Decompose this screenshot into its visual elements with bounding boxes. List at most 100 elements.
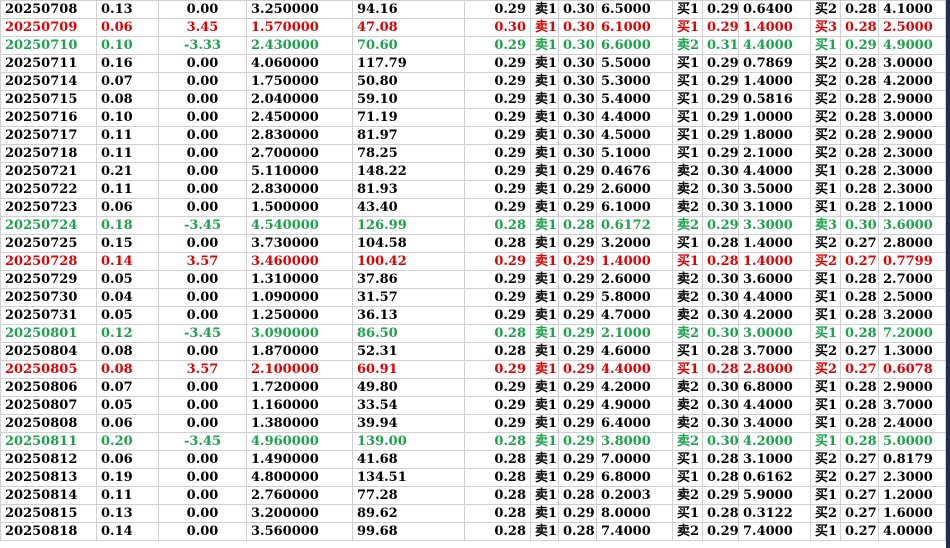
side-1-price[interactable]: 0.30: [558, 0, 597, 19]
side-3-label[interactable]: 卖3: [810, 216, 841, 235]
side-2-price[interactable]: 0.30: [702, 396, 739, 415]
side-3-label[interactable]: 买2: [810, 450, 841, 469]
side-2-price[interactable]: 0.29: [702, 0, 739, 19]
col-1-cell[interactable]: 0.20: [96, 432, 159, 451]
side-1-price[interactable]: 0.29: [558, 504, 597, 523]
change-pct-cell[interactable]: 0.00: [158, 522, 247, 541]
side-3-volume[interactable]: 7.2000: [878, 324, 946, 343]
price-cell[interactable]: 0.29: [464, 378, 531, 397]
side-1-label[interactable]: 卖1: [530, 198, 559, 217]
side-2-price[interactable]: 0.30: [702, 378, 739, 397]
side-1-volume[interactable]: 6.8000: [596, 468, 673, 487]
side-2-volume[interactable]: 3.1000: [738, 198, 811, 217]
side-1-label[interactable]: 卖1: [530, 90, 559, 109]
change-pct-cell[interactable]: 0.00: [158, 162, 247, 181]
side-2-volume[interactable]: 3.6000: [738, 270, 811, 289]
side-1-volume[interactable]: 2.6000: [596, 270, 673, 289]
amount-cell[interactable]: 3.090000: [246, 324, 353, 343]
col-1-cell[interactable]: 0.12: [96, 324, 159, 343]
date-cell[interactable]: 20250711: [0, 54, 97, 73]
side-3-label[interactable]: 买2: [810, 126, 841, 145]
amount-cell[interactable]: 2.760000: [246, 486, 353, 505]
amount-cell[interactable]: 1.570000: [246, 18, 353, 37]
side-2-label[interactable]: 卖2: [672, 432, 703, 451]
side-3-price[interactable]: 0.28: [840, 144, 879, 163]
side-1-volume[interactable]: 5.5000: [596, 54, 673, 73]
col-1-cell[interactable]: 0.21: [96, 162, 159, 181]
side-2-price[interactable]: 0.29: [702, 486, 739, 505]
price-cell[interactable]: 0.29: [464, 270, 531, 289]
side-1-price[interactable]: 0.28: [558, 522, 597, 541]
amount-cell[interactable]: 2.450000: [246, 108, 353, 127]
side-2-volume[interactable]: 7.4000: [738, 522, 811, 541]
value-cell[interactable]: 36.13: [352, 306, 465, 325]
side-1-label[interactable]: 卖1: [530, 324, 559, 343]
side-1-volume[interactable]: 5.1000: [596, 144, 673, 163]
side-2-volume[interactable]: 0.6162: [738, 468, 811, 487]
side-2-price[interactable]: 0.30: [702, 198, 739, 217]
value-cell[interactable]: 139.00: [352, 432, 465, 451]
date-cell[interactable]: 20250728: [0, 252, 97, 271]
side-3-price[interactable]: 0.28: [840, 324, 879, 343]
side-1-label[interactable]: 卖1: [530, 360, 559, 379]
change-pct-cell[interactable]: 3.45: [158, 18, 247, 37]
col-1-cell[interactable]: 0.11: [96, 180, 159, 199]
change-pct-cell[interactable]: 0.00: [158, 0, 247, 19]
side-3-price[interactable]: 0.27: [840, 522, 879, 541]
change-pct-cell[interactable]: 0.00: [158, 90, 247, 109]
table-row[interactable]: 20250723 0.06 0.00 1.500000 43.40 0.29 卖1 0.29 6…: [0, 198, 946, 217]
date-cell[interactable]: 20250813: [0, 468, 97, 487]
side-2-label[interactable]: 买1: [672, 504, 703, 523]
side-1-label[interactable]: 卖1: [530, 378, 559, 397]
side-1-label[interactable]: 卖1: [530, 180, 559, 199]
side-1-price[interactable]: 0.30: [558, 54, 597, 73]
date-cell[interactable]: 20250714: [0, 72, 97, 91]
price-cell[interactable]: 0.29: [464, 144, 531, 163]
side-1-price[interactable]: 0.29: [558, 306, 597, 325]
side-3-volume[interactable]: 4.9000: [878, 36, 946, 55]
price-cell[interactable]: 0.28: [464, 504, 531, 523]
side-1-label[interactable]: 卖1: [530, 126, 559, 145]
side-2-price[interactable]: 0.31: [702, 36, 739, 55]
side-2-label[interactable]: 买1: [672, 126, 703, 145]
side-3-label[interactable]: 买1: [810, 396, 841, 415]
side-2-price[interactable]: 0.29: [702, 126, 739, 145]
change-pct-cell[interactable]: 0.00: [158, 54, 247, 73]
side-1-price[interactable]: 0.30: [558, 72, 597, 91]
col-1-cell[interactable]: 0.16: [96, 54, 159, 73]
value-cell[interactable]: 49.80: [352, 378, 465, 397]
side-1-price[interactable]: 0.29: [558, 324, 597, 343]
change-pct-cell[interactable]: 0.00: [158, 180, 247, 199]
table-row[interactable]: 20250814 0.11 0.00 2.760000 77.28 0.28 卖1 0.28 0…: [0, 486, 946, 505]
col-1-cell[interactable]: 0.13: [96, 504, 159, 523]
side-2-volume[interactable]: 3.1000: [738, 450, 811, 469]
side-3-volume[interactable]: 2.9000: [878, 378, 946, 397]
side-3-label[interactable]: 买1: [810, 180, 841, 199]
price-cell[interactable]: 0.29: [464, 414, 531, 433]
side-3-price[interactable]: 0.29: [840, 36, 879, 55]
side-2-price[interactable]: 0.28: [702, 468, 739, 487]
side-3-volume[interactable]: 0.7799: [878, 252, 946, 271]
side-2-price[interactable]: 0.28: [702, 450, 739, 469]
value-cell[interactable]: 77.28: [352, 486, 465, 505]
value-cell[interactable]: 94.16: [352, 0, 465, 19]
value-cell[interactable]: 60.91: [352, 360, 465, 379]
amount-cell[interactable]: 2.100000: [246, 360, 353, 379]
date-cell[interactable]: 20250807: [0, 396, 97, 415]
side-1-volume[interactable]: 0.6172: [596, 216, 673, 235]
side-3-label[interactable]: 买3: [810, 18, 841, 37]
side-2-volume[interactable]: 6.8000: [738, 378, 811, 397]
side-1-label[interactable]: 卖1: [530, 234, 559, 253]
side-2-price[interactable]: 0.30: [702, 162, 739, 181]
side-2-price[interactable]: 0.29: [702, 522, 739, 541]
side-1-volume[interactable]: 4.6000: [596, 342, 673, 361]
date-cell[interactable]: 20250811: [0, 432, 97, 451]
change-pct-cell[interactable]: 0.00: [158, 378, 247, 397]
change-pct-cell[interactable]: -3.45: [158, 216, 247, 235]
date-cell[interactable]: 20250717: [0, 126, 97, 145]
col-1-cell[interactable]: 0.08: [96, 342, 159, 361]
amount-cell[interactable]: 2.830000: [246, 126, 353, 145]
date-cell[interactable]: 20250818: [0, 522, 97, 541]
change-pct-cell[interactable]: 0.00: [158, 72, 247, 91]
side-1-volume[interactable]: 3.2000: [596, 234, 673, 253]
